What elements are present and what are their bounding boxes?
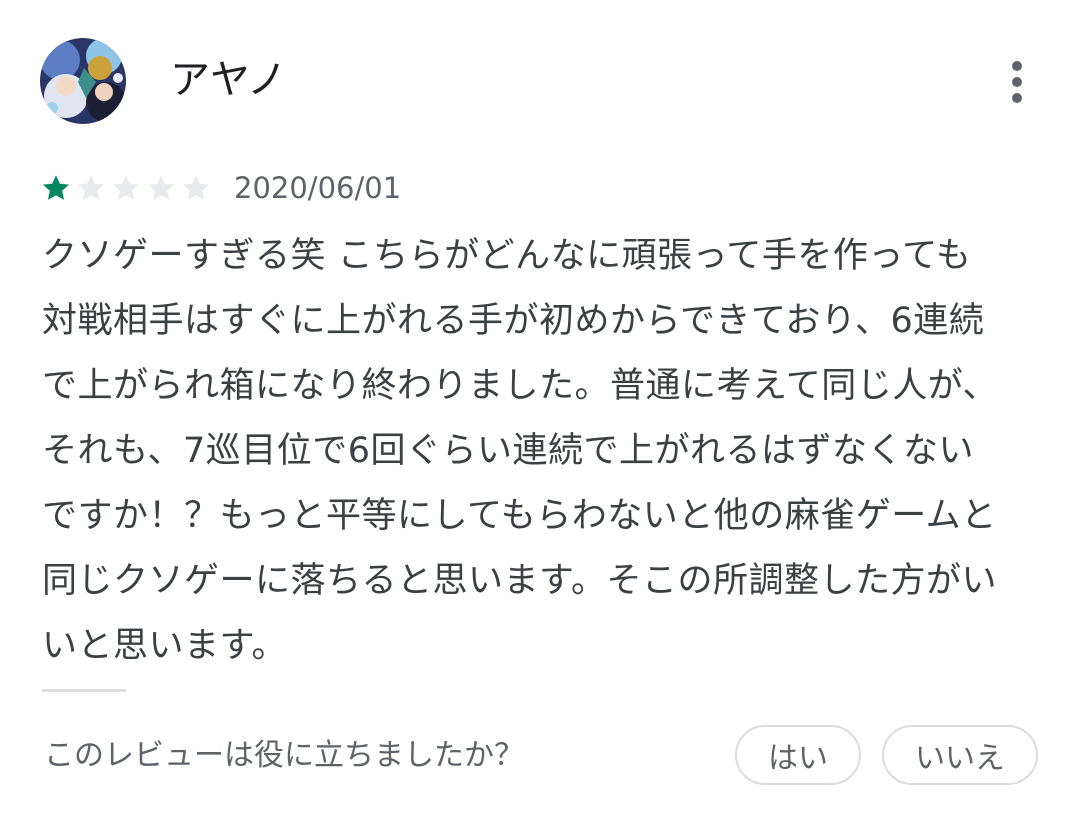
more-options-button[interactable] — [994, 56, 1040, 108]
helpful-yes-button[interactable]: はい — [735, 725, 861, 785]
review-text-line: で上がられ箱になり終わりました。普通に考えて同じ人が、 — [42, 366, 999, 406]
helpful-no-button[interactable]: いいえ — [882, 725, 1038, 785]
review-body: クソゲーすぎる笑 こちらがどんなに頑張って手を作っても 対戦相手はすぐに上がれる… — [42, 224, 1042, 679]
review-text-line: 同じクソゲーに落ちると思います。そこの所調整した方がい — [42, 561, 998, 601]
star-empty-icon — [180, 172, 212, 204]
review-text-line: いと思います。 — [42, 626, 288, 666]
star-empty-icon — [110, 172, 142, 204]
star-empty-icon — [75, 172, 107, 204]
helpful-question: このレビューは役に立ちましたか？ — [44, 738, 524, 773]
review-text-line: 対戦相手はすぐに上がれる手が初めからできており、6連続 — [42, 301, 985, 341]
star-empty-icon — [145, 172, 177, 204]
more-vert-icon-dot — [1012, 93, 1022, 103]
author-name: アヤノ — [170, 57, 287, 103]
star-rating — [40, 172, 212, 204]
review-date: 2020/06/01 — [234, 171, 402, 205]
more-vert-icon-dot — [1012, 77, 1022, 87]
avatar — [40, 38, 126, 124]
user-avatar-icon — [40, 38, 126, 124]
review-card: アヤノ 2020/06/01 クソゲーすぎる笑 こちらがどんなに頑張って手を作っ… — [0, 0, 1080, 832]
review-text-line: クソゲーすぎる笑 こちらがどんなに頑張って手を作っても — [42, 236, 972, 276]
review-text-line: ですか！？もっと平等にしてもらわないと他の麻雀ゲームと — [42, 496, 997, 536]
divider — [42, 689, 126, 692]
more-vert-icon — [1012, 61, 1022, 71]
rating-row: 2020/06/01 — [40, 166, 401, 210]
star-filled-icon — [40, 172, 72, 204]
review-text-line: それも、7巡目位で6回ぐらい連続で上がれるはずなくない — [42, 431, 974, 471]
